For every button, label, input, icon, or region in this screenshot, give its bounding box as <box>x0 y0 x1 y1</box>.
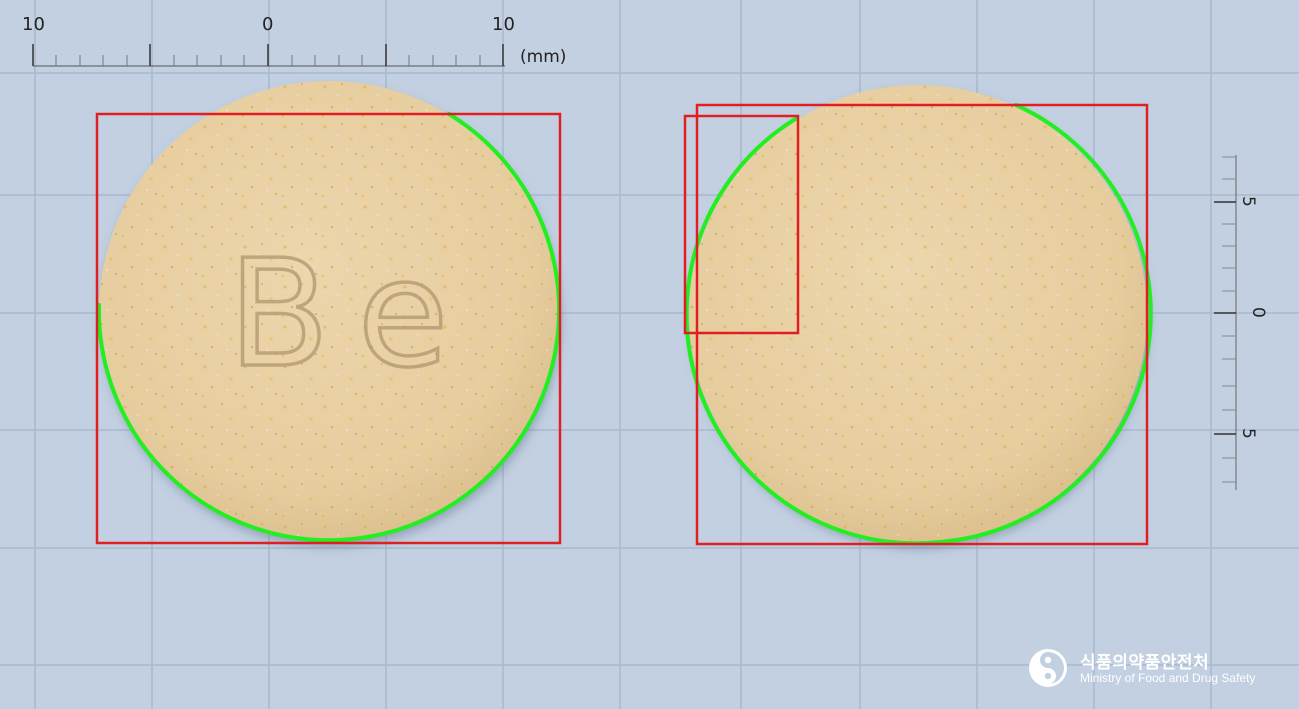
side-ruler-label-center: 0 <box>1248 307 1268 318</box>
pill-image-canvas: 10 0 10 (mm) 5 0 5 Be <box>0 0 1299 709</box>
side-ruler: 5 0 5 <box>1214 155 1268 490</box>
top-ruler-unit: (mm) <box>520 47 566 67</box>
logo-english-text: Ministry of Food and Drug Safety <box>1080 671 1256 685</box>
top-ruler-label-right: 10 <box>492 14 515 35</box>
side-ruler-label-bottom: 5 <box>1238 428 1258 439</box>
top-ruler-label-center: 0 <box>262 14 273 35</box>
right-tablet <box>689 85 1147 543</box>
side-ruler-label-top: 5 <box>1238 196 1258 207</box>
logo-korean-text: 식품의약품안전처 <box>1080 653 1210 673</box>
top-ruler: 10 0 10 (mm) <box>22 14 566 67</box>
mfds-emblem-icon <box>1029 649 1067 687</box>
tablet-imprint: Be <box>228 228 477 400</box>
mfds-logo: 식품의약품안전처 Ministry of Food and Drug Safet… <box>1028 646 1278 690</box>
top-ruler-label-left: 10 <box>22 14 45 35</box>
